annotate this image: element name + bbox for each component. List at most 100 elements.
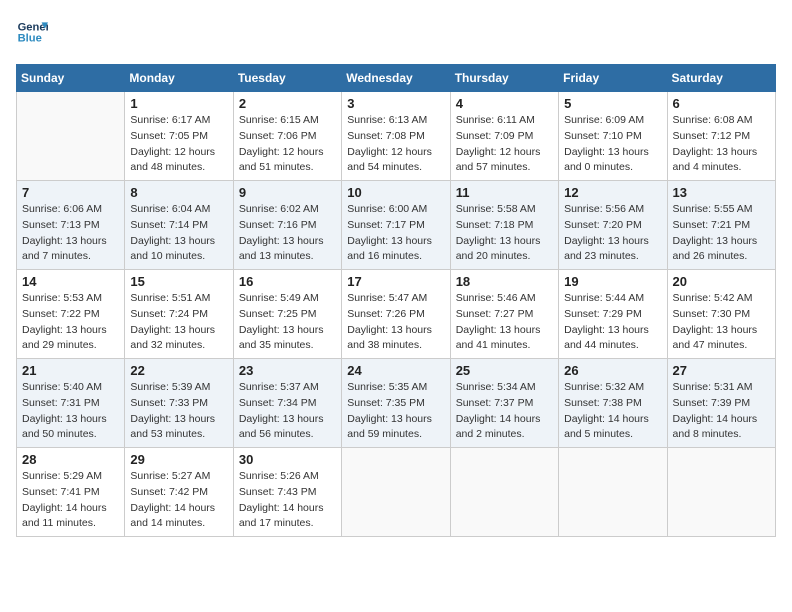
day-info: Sunrise: 5:55 AM Sunset: 7:21 PM Dayligh… — [673, 202, 770, 265]
calendar-cell: 8 Sunrise: 6:04 AM Sunset: 7:14 PM Daylig… — [125, 181, 233, 270]
calendar-cell: 13Sunrise: 5:55 AM Sunset: 7:21 PM Dayli… — [667, 181, 775, 270]
day-info: Sunrise: 6:13 AM Sunset: 7:08 PM Dayligh… — [347, 113, 444, 176]
day-info: Sunrise: 5:51 AM Sunset: 7:24 PM Dayligh… — [130, 291, 227, 354]
logo: General Blue — [16, 16, 48, 48]
calendar-cell: 5 Sunrise: 6:09 AM Sunset: 7:10 PM Daylig… — [559, 92, 667, 181]
calendar-cell: 14Sunrise: 5:53 AM Sunset: 7:22 PM Dayli… — [17, 270, 125, 359]
day-number: 19 — [564, 274, 661, 289]
calendar-cell: 2 Sunrise: 6:15 AM Sunset: 7:06 PM Daylig… — [233, 92, 341, 181]
column-header-friday: Friday — [559, 65, 667, 92]
calendar-cell: 22 Sunrise: 5:39 AM Sunset: 7:33 PM Dayli… — [125, 359, 233, 448]
calendar-cell: 30 Sunrise: 5:26 AM Sunset: 7:43 PM Dayli… — [233, 448, 341, 537]
day-number: 7 — [22, 185, 119, 200]
day-info: Sunrise: 5:29 AM Sunset: 7:41 PM Dayligh… — [22, 469, 119, 532]
column-header-saturday: Saturday — [667, 65, 775, 92]
day-info: Sunrise: 6:04 AM Sunset: 7:14 PM Dayligh… — [130, 202, 227, 265]
calendar-cell: 28 Sunrise: 5:29 AM Sunset: 7:41 PM Dayli… — [17, 448, 125, 537]
day-info: Sunrise: 5:40 AM Sunset: 7:31 PM Dayligh… — [22, 380, 119, 443]
logo-icon: General Blue — [16, 16, 48, 48]
calendar-cell: 3 Sunrise: 6:13 AM Sunset: 7:08 PM Daylig… — [342, 92, 450, 181]
day-number: 29 — [130, 452, 227, 467]
day-info: Sunrise: 5:39 AM Sunset: 7:33 PM Dayligh… — [130, 380, 227, 443]
calendar-cell: 19 Sunrise: 5:44 AM Sunset: 7:29 PM Dayli… — [559, 270, 667, 359]
calendar-cell — [342, 448, 450, 537]
day-info: Sunrise: 5:26 AM Sunset: 7:43 PM Dayligh… — [239, 469, 336, 532]
calendar-cell: 20 Sunrise: 5:42 AM Sunset: 7:30 PM Dayli… — [667, 270, 775, 359]
calendar-cell: 1 Sunrise: 6:17 AM Sunset: 7:05 PM Daylig… — [125, 92, 233, 181]
calendar-cell: 29 Sunrise: 5:27 AM Sunset: 7:42 PM Dayli… — [125, 448, 233, 537]
day-info: Sunrise: 5:49 AM Sunset: 7:25 PM Dayligh… — [239, 291, 336, 354]
calendar-cell: 24Sunrise: 5:35 AM Sunset: 7:35 PM Dayli… — [342, 359, 450, 448]
day-number: 30 — [239, 452, 336, 467]
day-number: 21 — [22, 363, 119, 378]
day-number: 25 — [456, 363, 553, 378]
day-number: 12 — [564, 185, 661, 200]
calendar-cell: 11Sunrise: 5:58 AM Sunset: 7:18 PM Dayli… — [450, 181, 558, 270]
calendar-cell — [559, 448, 667, 537]
day-number: 15 — [130, 274, 227, 289]
day-info: Sunrise: 5:47 AM Sunset: 7:26 PM Dayligh… — [347, 291, 444, 354]
column-header-sunday: Sunday — [17, 65, 125, 92]
day-info: Sunrise: 5:27 AM Sunset: 7:42 PM Dayligh… — [130, 469, 227, 532]
calendar-cell: 23 Sunrise: 5:37 AM Sunset: 7:34 PM Dayli… — [233, 359, 341, 448]
calendar-cell: 26 Sunrise: 5:32 AM Sunset: 7:38 PM Dayli… — [559, 359, 667, 448]
day-info: Sunrise: 6:00 AM Sunset: 7:17 PM Dayligh… — [347, 202, 444, 265]
day-info: Sunrise: 5:46 AM Sunset: 7:27 PM Dayligh… — [456, 291, 553, 354]
day-info: Sunrise: 6:02 AM Sunset: 7:16 PM Dayligh… — [239, 202, 336, 265]
calendar-cell: 7 Sunrise: 6:06 AM Sunset: 7:13 PM Daylig… — [17, 181, 125, 270]
day-info: Sunrise: 5:42 AM Sunset: 7:30 PM Dayligh… — [673, 291, 770, 354]
day-info: Sunrise: 5:53 AM Sunset: 7:22 PM Dayligh… — [22, 291, 119, 354]
day-number: 24 — [347, 363, 444, 378]
day-number: 4 — [456, 96, 553, 111]
calendar-cell: 16 Sunrise: 5:49 AM Sunset: 7:25 PM Dayli… — [233, 270, 341, 359]
calendar-table: SundayMondayTuesdayWednesdayThursdayFrid… — [16, 64, 776, 537]
column-header-tuesday: Tuesday — [233, 65, 341, 92]
day-info: Sunrise: 5:44 AM Sunset: 7:29 PM Dayligh… — [564, 291, 661, 354]
calendar-cell — [667, 448, 775, 537]
day-number: 28 — [22, 452, 119, 467]
day-number: 22 — [130, 363, 227, 378]
week-row-5: 28 Sunrise: 5:29 AM Sunset: 7:41 PM Dayli… — [17, 448, 776, 537]
calendar-cell: 17 Sunrise: 5:47 AM Sunset: 7:26 PM Dayli… — [342, 270, 450, 359]
day-info: Sunrise: 5:32 AM Sunset: 7:38 PM Dayligh… — [564, 380, 661, 443]
svg-text:Blue: Blue — [18, 33, 42, 45]
calendar-cell — [450, 448, 558, 537]
week-row-4: 21 Sunrise: 5:40 AM Sunset: 7:31 PM Dayli… — [17, 359, 776, 448]
day-info: Sunrise: 6:09 AM Sunset: 7:10 PM Dayligh… — [564, 113, 661, 176]
calendar-body: 1 Sunrise: 6:17 AM Sunset: 7:05 PM Daylig… — [17, 92, 776, 537]
day-info: Sunrise: 6:15 AM Sunset: 7:06 PM Dayligh… — [239, 113, 336, 176]
day-number: 20 — [673, 274, 770, 289]
day-info: Sunrise: 5:58 AM Sunset: 7:18 PM Dayligh… — [456, 202, 553, 265]
day-number: 3 — [347, 96, 444, 111]
calendar-cell — [17, 92, 125, 181]
day-number: 17 — [347, 274, 444, 289]
column-header-monday: Monday — [125, 65, 233, 92]
day-info: Sunrise: 5:56 AM Sunset: 7:20 PM Dayligh… — [564, 202, 661, 265]
day-number: 16 — [239, 274, 336, 289]
day-info: Sunrise: 6:06 AM Sunset: 7:13 PM Dayligh… — [22, 202, 119, 265]
day-number: 26 — [564, 363, 661, 378]
day-number: 9 — [239, 185, 336, 200]
day-info: Sunrise: 5:34 AM Sunset: 7:37 PM Dayligh… — [456, 380, 553, 443]
day-info: Sunrise: 5:37 AM Sunset: 7:34 PM Dayligh… — [239, 380, 336, 443]
calendar-cell: 12 Sunrise: 5:56 AM Sunset: 7:20 PM Dayli… — [559, 181, 667, 270]
day-number: 1 — [130, 96, 227, 111]
day-number: 27 — [673, 363, 770, 378]
calendar-cell: 15 Sunrise: 5:51 AM Sunset: 7:24 PM Dayli… — [125, 270, 233, 359]
calendar-cell: 10Sunrise: 6:00 AM Sunset: 7:17 PM Dayli… — [342, 181, 450, 270]
day-number: 6 — [673, 96, 770, 111]
week-row-1: 1 Sunrise: 6:17 AM Sunset: 7:05 PM Daylig… — [17, 92, 776, 181]
day-number: 8 — [130, 185, 227, 200]
calendar-cell: 9 Sunrise: 6:02 AM Sunset: 7:16 PM Daylig… — [233, 181, 341, 270]
day-number: 5 — [564, 96, 661, 111]
day-info: Sunrise: 6:08 AM Sunset: 7:12 PM Dayligh… — [673, 113, 770, 176]
day-number: 23 — [239, 363, 336, 378]
day-number: 18 — [456, 274, 553, 289]
day-number: 2 — [239, 96, 336, 111]
day-info: Sunrise: 5:31 AM Sunset: 7:39 PM Dayligh… — [673, 380, 770, 443]
calendar-header-row: SundayMondayTuesdayWednesdayThursdayFrid… — [17, 65, 776, 92]
calendar-cell: 18 Sunrise: 5:46 AM Sunset: 7:27 PM Dayli… — [450, 270, 558, 359]
calendar-cell: 21 Sunrise: 5:40 AM Sunset: 7:31 PM Dayli… — [17, 359, 125, 448]
day-info: Sunrise: 6:17 AM Sunset: 7:05 PM Dayligh… — [130, 113, 227, 176]
day-info: Sunrise: 6:11 AM Sunset: 7:09 PM Dayligh… — [456, 113, 553, 176]
